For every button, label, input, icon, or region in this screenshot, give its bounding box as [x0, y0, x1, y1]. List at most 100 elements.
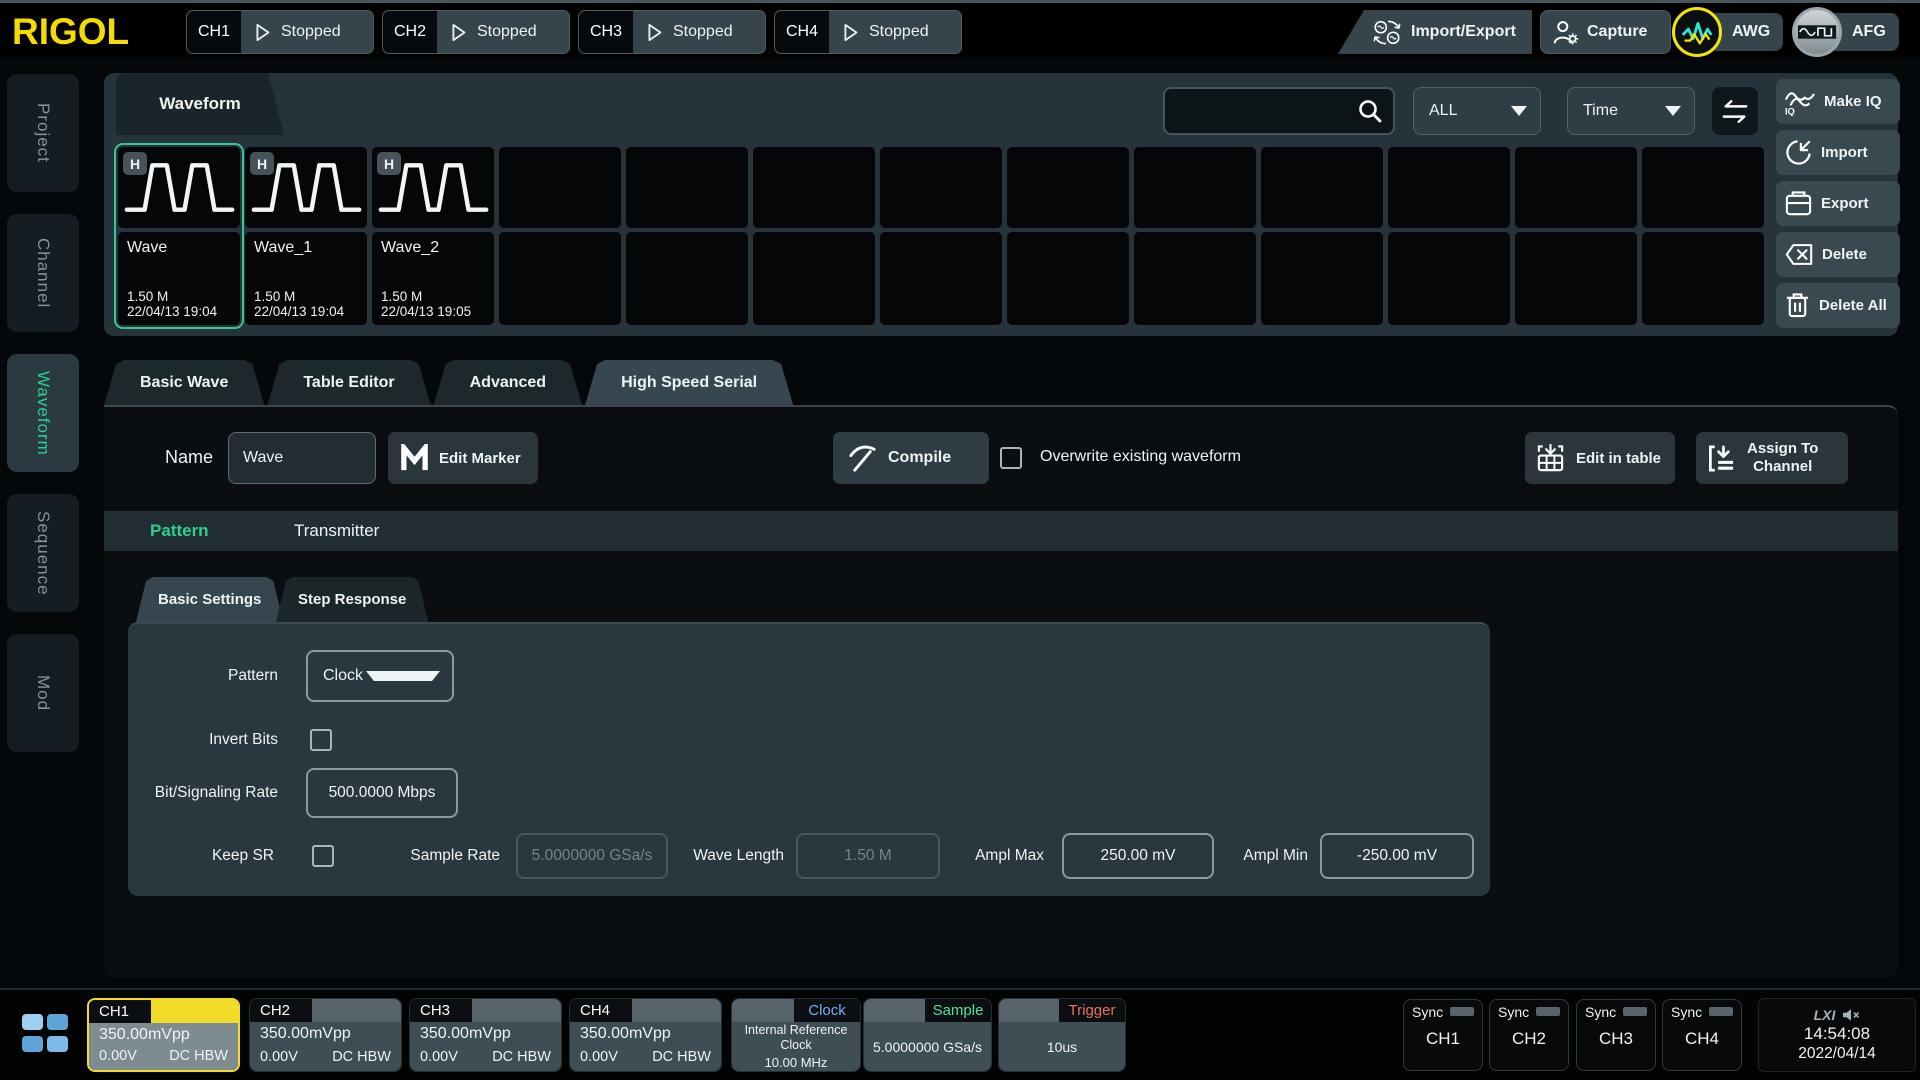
tab-step-response[interactable]: Step Response [276, 577, 428, 622]
channel-tab: CH3 [410, 999, 472, 1022]
sidebar-item-channel[interactable]: Channel [7, 214, 79, 332]
delete-button[interactable]: Delete [1776, 232, 1900, 277]
statusbar-channel-ch1[interactable]: CH1 350.00mVpp 0.00VDC HBW [87, 998, 240, 1072]
channel-tab-strip [472, 999, 561, 1022]
search-input[interactable] [1165, 102, 1357, 120]
channel-offset: 0.00V [580, 1049, 618, 1065]
sidebar-item-waveform[interactable]: Waveform [7, 354, 79, 472]
topbar-channel-ch2[interactable]: CH2 Stopped [382, 10, 570, 54]
assign-to-channel-button[interactable]: Assign To Channel [1696, 432, 1848, 484]
bit-rate-label: Bit/Signaling Rate [128, 767, 278, 819]
import-icon [1784, 138, 1813, 167]
sync-label: Sync [1671, 1004, 1702, 1020]
sync-tab-strip [1450, 1007, 1474, 1016]
type-filter-dropdown[interactable]: ALL [1413, 87, 1541, 135]
search-icon[interactable] [1357, 98, 1383, 124]
make-iq-button[interactable]: Make IQ [1776, 79, 1900, 124]
sync-label: Sync [1585, 1004, 1616, 1020]
waveform-slot-empty [1642, 147, 1764, 325]
sidebar-item-mod[interactable]: Mod [7, 634, 79, 752]
make-iq-icon [1784, 87, 1816, 116]
overwrite-checkbox[interactable] [1000, 447, 1022, 469]
import-export-icon [1372, 19, 1402, 46]
import-export-button[interactable]: Import/Export [1338, 10, 1532, 54]
channel-mode: DC HBW [492, 1049, 551, 1065]
compile-label: Compile [888, 449, 951, 467]
system-date: 2022/04/14 [1798, 1045, 1876, 1063]
edit-marker-button[interactable]: Edit Marker [388, 432, 538, 484]
trigger-status-card[interactable]: Trigger 10us [998, 998, 1126, 1072]
tab-transmitter[interactable]: Transmitter [294, 511, 379, 551]
sort-order-button[interactable] [1712, 87, 1758, 135]
edit-marker-label: Edit Marker [439, 450, 521, 467]
pattern-dropdown[interactable]: Clock [306, 650, 454, 702]
clock-frequency: 10.00 MHz [765, 1055, 828, 1070]
sample-rate-label: Sample Rate [378, 830, 500, 882]
home-menu-button[interactable] [22, 1008, 70, 1060]
channel-vpp: 350.00mVpp [99, 1026, 228, 1044]
afg-mode-button[interactable]: AFG [1792, 7, 1918, 57]
waveform-date: 22/04/13 19:04 [254, 304, 358, 319]
waveform-card-wave[interactable]: H Wave 1.50 M 22/04/13 19:04 [118, 147, 240, 325]
keep-sr-label: Keep SR [128, 830, 274, 882]
delete-all-button[interactable]: Delete All [1776, 283, 1900, 328]
clock-status-card[interactable]: Clock Internal Reference Clock 10.00 MHz [731, 998, 861, 1072]
tab-basic-wave[interactable]: Basic Wave [104, 360, 264, 405]
waveform-slot-empty [1388, 147, 1510, 325]
sample-tab: Sample [925, 999, 991, 1022]
channel-mode: DC HBW [332, 1049, 391, 1065]
topbar-channel-ch3[interactable]: CH3 Stopped [578, 10, 766, 54]
waveform-card-wave-1[interactable]: H Wave_1 1.50 M 22/04/13 19:04 [245, 147, 367, 325]
sort-filter-dropdown[interactable]: Time [1567, 87, 1695, 135]
compile-button[interactable]: Compile [833, 432, 989, 484]
waveform-date: 22/04/13 19:05 [381, 304, 485, 319]
sidebar-item-project[interactable]: Project [7, 74, 79, 192]
export-label: Export [1821, 195, 1869, 212]
import-button[interactable]: Import [1776, 130, 1900, 175]
edit-in-table-button[interactable]: Edit in table [1525, 432, 1675, 484]
invert-bits-checkbox[interactable] [310, 729, 332, 751]
ampl-max-field[interactable]: 250.00 mV [1062, 833, 1214, 879]
tab-pattern[interactable]: Pattern [150, 511, 209, 551]
topbar-channel-ch1[interactable]: CH1 Stopped [186, 10, 374, 54]
capture-label: Capture [1587, 23, 1647, 41]
overwrite-label: Overwrite existing waveform [1040, 431, 1241, 483]
tab-table-editor[interactable]: Table Editor [267, 360, 430, 405]
tab-basic-settings[interactable]: Basic Settings [136, 577, 283, 622]
waveform-slot-empty [880, 147, 1002, 325]
waveform-slot-empty [1007, 147, 1129, 325]
waveform-size: 1.50 M [254, 289, 358, 304]
awg-mode-button[interactable]: AWG [1672, 7, 1798, 57]
trigger-value: 10us [1047, 1039, 1077, 1055]
ampl-min-field[interactable]: -250.00 mV [1320, 833, 1474, 879]
statusbar-channel-ch3[interactable]: CH3 350.00mVpp 0.00VDC HBW [409, 998, 562, 1072]
import-label: Import [1821, 144, 1868, 161]
sync-label: Sync [1412, 1004, 1443, 1020]
waveform-thumbnail: H [372, 147, 494, 228]
tab-high-speed-serial[interactable]: High Speed Serial [585, 360, 793, 405]
sync-channel: CH2 [1498, 1029, 1560, 1049]
capture-button[interactable]: Capture [1540, 10, 1671, 54]
sync-card-ch1[interactable]: Sync CH1 [1403, 999, 1483, 1071]
statusbar-channel-ch2[interactable]: CH2 350.00mVpp 0.00VDC HBW [249, 998, 402, 1072]
channel-label: CH2 [383, 11, 437, 53]
tab-advanced[interactable]: Advanced [434, 360, 582, 405]
sidebar-item-sequence[interactable]: Sequence [7, 494, 79, 612]
sample-status-card[interactable]: Sample 5.0000000 GSa/s [863, 998, 992, 1072]
browser-tab-waveform[interactable]: Waveform [116, 73, 284, 135]
bit-rate-field[interactable]: 500.0000 Mbps [306, 768, 458, 818]
play-icon [254, 23, 271, 42]
sync-card-ch2[interactable]: Sync CH2 [1489, 999, 1569, 1071]
waveform-card-wave-2[interactable]: H Wave_2 1.50 M 22/04/13 19:05 [372, 147, 494, 325]
waveform-name-input[interactable] [228, 432, 376, 484]
sync-card-ch3[interactable]: Sync CH3 [1576, 999, 1656, 1071]
sync-card-ch4[interactable]: Sync CH4 [1662, 999, 1742, 1071]
waveform-size: 1.50 M [127, 289, 231, 304]
topbar-channel-ch4[interactable]: CH4 Stopped [774, 10, 962, 54]
statusbar-channel-ch4[interactable]: CH4 350.00mVpp 0.00VDC HBW [569, 998, 722, 1072]
export-button[interactable]: Export [1776, 181, 1900, 226]
delete-icon [1784, 242, 1814, 267]
pickaxe-icon [847, 443, 878, 474]
keep-sr-checkbox[interactable] [312, 845, 334, 867]
waveform-date: 22/04/13 19:04 [127, 304, 231, 319]
